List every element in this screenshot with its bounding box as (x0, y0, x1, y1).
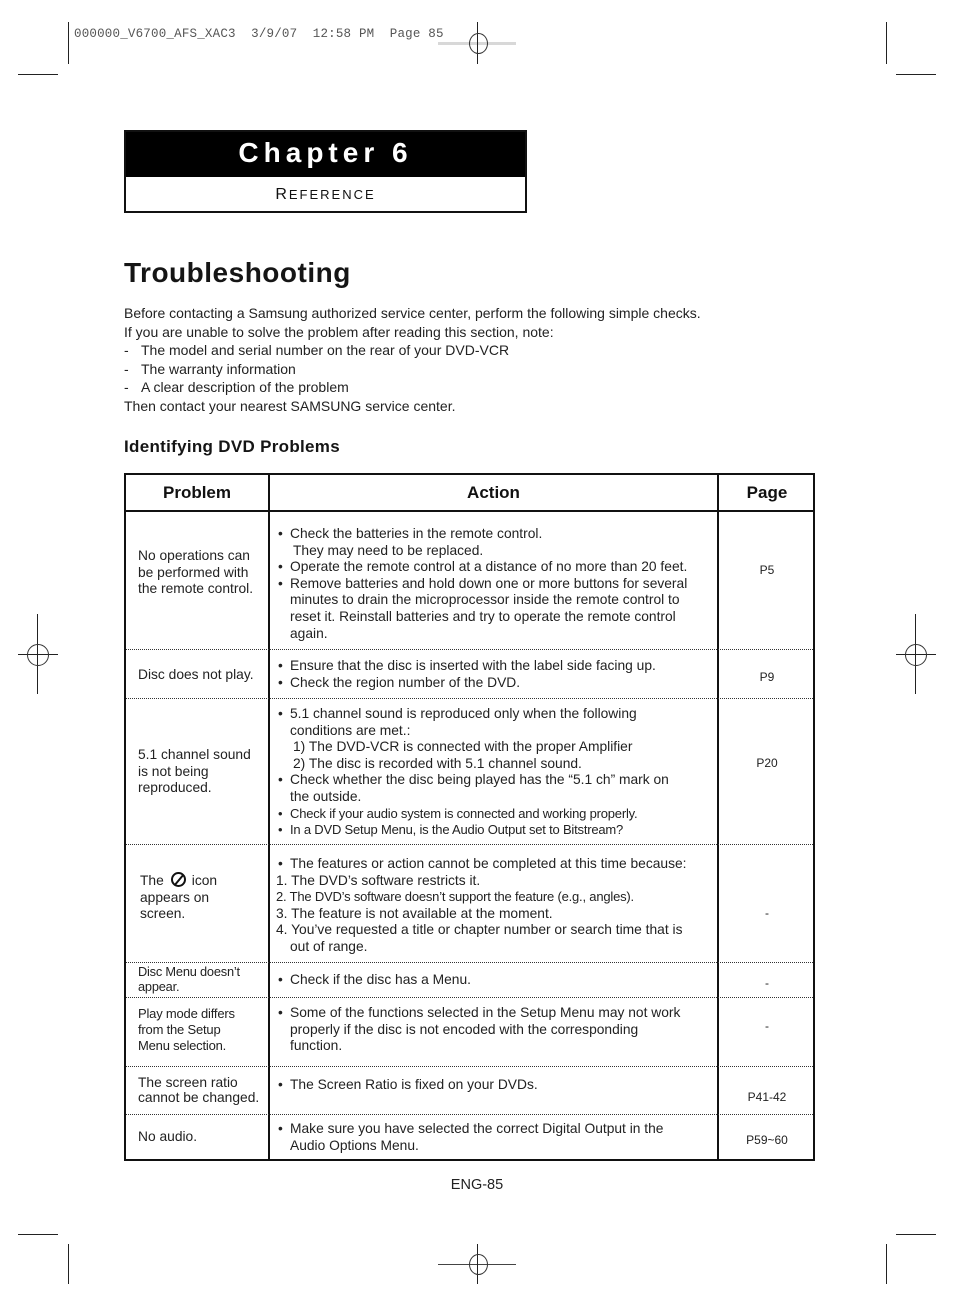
prohibited-icon (170, 872, 186, 887)
action-cell: • Make sure you have selected the correct… (278, 1121, 664, 1153)
page-cell: P59~60 (746, 1133, 788, 1147)
action-cell: • Some of the functions selected in the S… (278, 1005, 681, 1054)
row-divider (126, 649, 813, 650)
problem-cell: The screen ratio cannot be changed. (138, 1075, 260, 1105)
intro-line: Then contact your nearest SAMSUNG servic… (124, 397, 456, 414)
page-cell: - (765, 976, 769, 990)
chapter-subtitle: REFERENCE (275, 186, 376, 203)
page-cell: P9 (759, 670, 775, 684)
intro-line: Before contacting a Samsung authorized s… (124, 305, 701, 321)
problem-cell: Disc does not play. (138, 667, 254, 682)
row-divider (126, 1066, 813, 1067)
action-cell: • 5.1 channel sound is reproduced only wh… (278, 706, 669, 838)
page-cell: P41-42 (747, 1090, 787, 1104)
page-cell: P5 (759, 563, 775, 577)
action-cell: • Ensure that the disc is inserted with t… (278, 658, 656, 690)
header-divider (126, 510, 813, 512)
problem-cell: No audio. (138, 1129, 198, 1144)
problem-cell: No operations can be performed with the … (138, 548, 254, 597)
header-page: Page (746, 483, 788, 502)
action-cell: • Check if the disc has a Menu. (278, 972, 471, 987)
action-cell: • Check the batteries in the remote contr… (278, 526, 688, 641)
crop-mark (18, 1234, 58, 1235)
header-action: Action (467, 483, 520, 502)
header-problem: Problem (162, 483, 232, 502)
row-divider (126, 698, 813, 699)
intro-line: If you are unable to solve the problem a… (124, 323, 554, 340)
crop-mark (18, 74, 58, 75)
problem-cell: Disc Menu doesn’t appear. (138, 964, 240, 994)
page-cell: - (765, 1019, 769, 1033)
problem-cell: 5.1 channel sound is not being reproduce… (138, 747, 251, 796)
chapter-title: Chapter 6 (126, 132, 525, 177)
crop-mark (896, 74, 936, 75)
crop-mark (896, 1234, 936, 1235)
crop-mark (886, 1244, 887, 1284)
page-number: ENG-85 (450, 1177, 504, 1193)
row-divider (126, 1114, 813, 1115)
print-slug: 000000_V6700_AFS_XAC3 3/9/07 12:58 PM Pa… (74, 27, 444, 41)
problem-cell: Play mode differs from the Setup Menu se… (138, 1006, 235, 1053)
section-title: Identifying DVD Problems (124, 437, 340, 456)
crop-mark (68, 1244, 69, 1284)
column-divider (268, 475, 270, 1159)
troubleshooting-table: Problem Action Page No operations can be… (124, 473, 815, 1161)
action-cell: • The Screen Ratio is fixed on your DVDs. (278, 1077, 538, 1092)
row-divider (126, 962, 813, 963)
page-cell: P20 (756, 756, 778, 770)
intro-list-item: - The model and serial number on the rear… (124, 342, 510, 358)
intro-list-item: -A clear description of the problem (124, 379, 349, 395)
intro-list-item: - The warranty information (124, 360, 296, 377)
problem-cell: The icon appears on screen. (140, 872, 218, 922)
intro-text: Before contacting a Samsung authorized s… (124, 304, 701, 415)
page-cell: - (765, 906, 769, 920)
chapter-header: Chapter 6 REFERENCE (124, 130, 527, 213)
row-divider (126, 997, 813, 998)
page-title: Troubleshooting (124, 257, 351, 288)
crop-mark (68, 22, 69, 64)
crop-mark (886, 22, 887, 64)
action-cell: • The features or action cannot be comple… (276, 856, 687, 954)
row-divider (126, 844, 813, 845)
